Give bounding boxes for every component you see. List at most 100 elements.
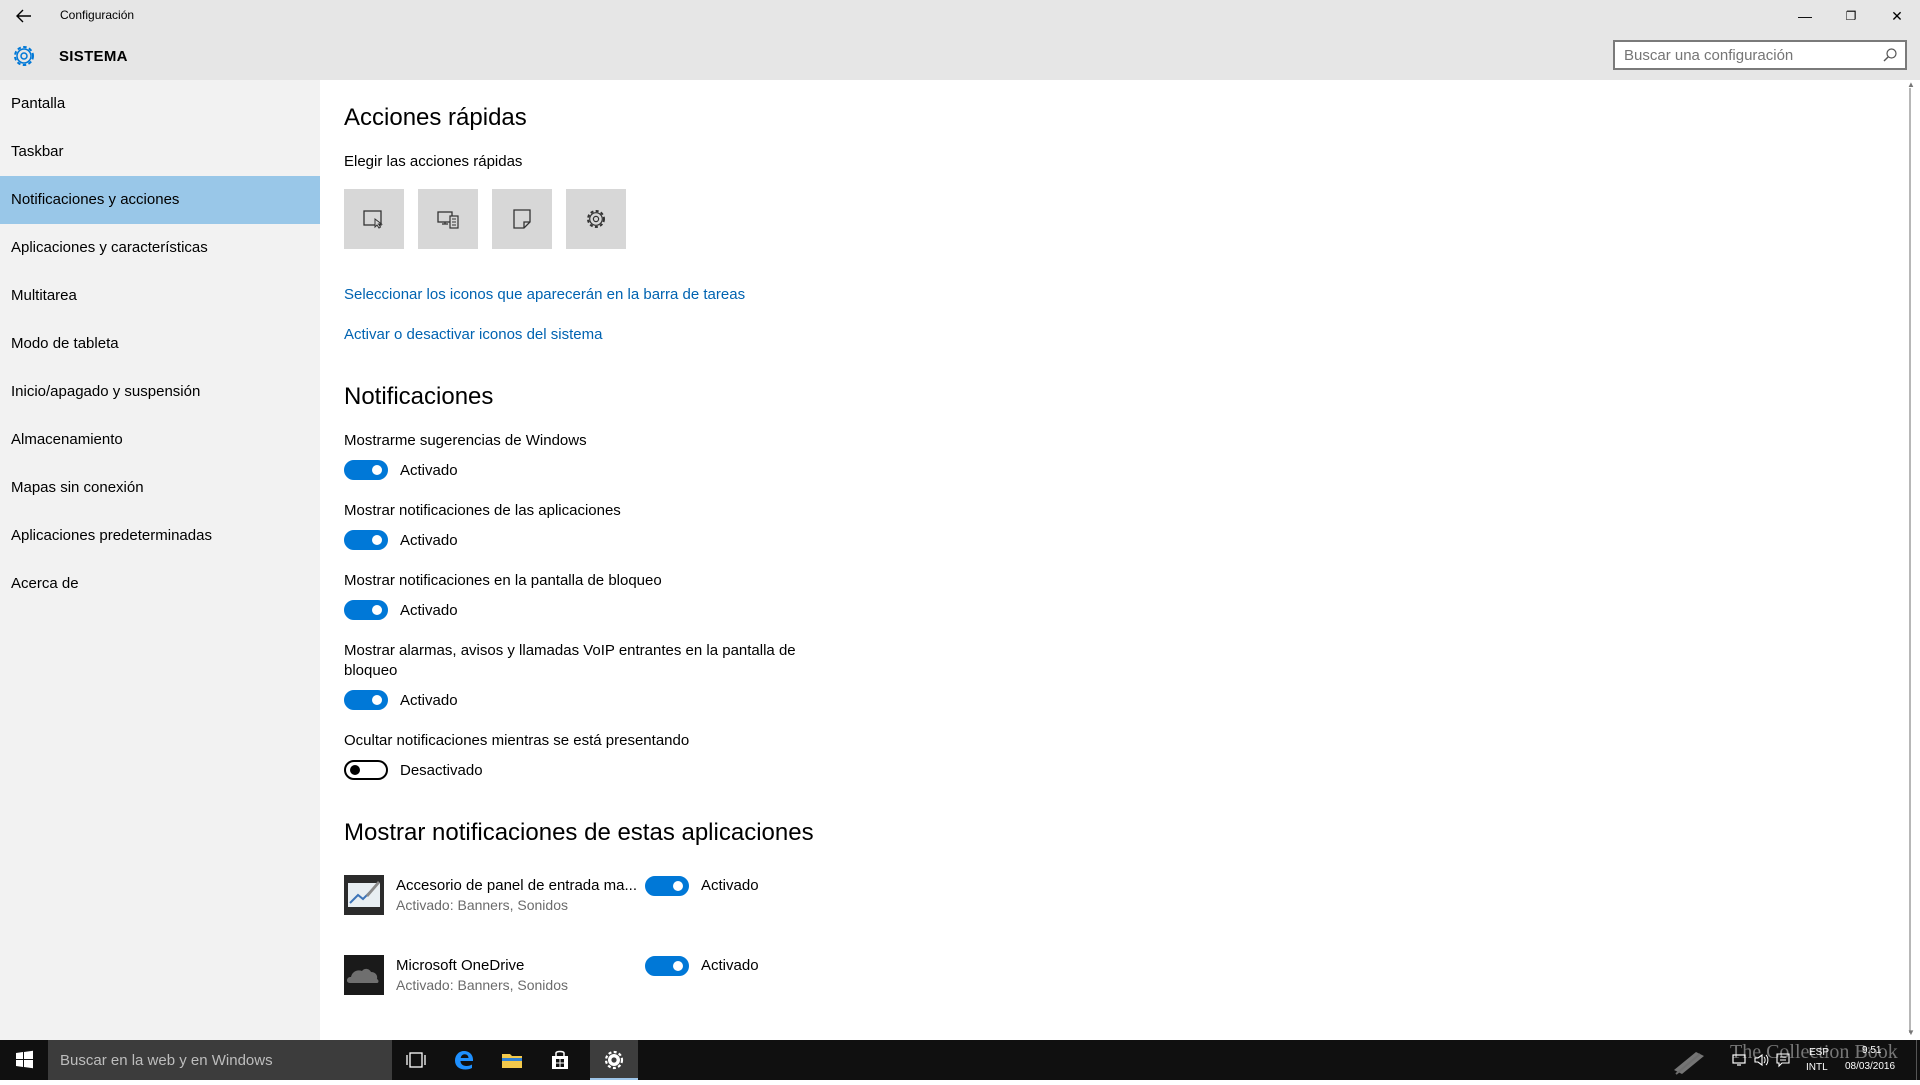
quick-actions-heading: Acciones rápidas <box>344 104 527 131</box>
show-desktop-button[interactable] <box>1916 1040 1920 1080</box>
quick-action-tile-4[interactable] <box>566 189 626 249</box>
toggle-state-sugerencias: Activado <box>400 462 458 479</box>
task-view-icon <box>406 1052 426 1068</box>
setting-label-alarms-line2: bloqueo <box>344 662 398 679</box>
gear-icon <box>14 46 34 66</box>
language-code[interactable]: ESP <box>1809 1047 1829 1058</box>
task-view-button[interactable] <box>392 1040 440 1080</box>
store-button[interactable] <box>536 1040 584 1080</box>
setting-label-sugerencias: Mostrarme sugerencias de Windows <box>344 432 587 449</box>
sidebar-item-aplicaciones[interactable]: Aplicaciones y características <box>0 224 320 272</box>
network-icon[interactable] <box>1731 1052 1747 1068</box>
sidebar-item-mapas[interactable]: Mapas sin conexión <box>0 464 320 512</box>
windows-logo-icon <box>16 1050 33 1069</box>
clock-date[interactable]: 08/03/2016 <box>1845 1061 1895 1072</box>
quick-action-tile-2[interactable] <box>418 189 478 249</box>
settings-taskbar-button[interactable] <box>590 1040 638 1080</box>
clock-time[interactable]: 9:51 <box>1862 1045 1881 1056</box>
toggle-presenting[interactable] <box>344 760 388 780</box>
edge-button[interactable] <box>440 1040 488 1080</box>
pen-input-icon <box>344 875 384 915</box>
settings-icon <box>587 210 605 228</box>
maximize-button[interactable]: ❐ <box>1828 0 1874 32</box>
quick-actions-subheading: Elegir las acciones rápidas <box>344 153 523 170</box>
toggle-lock-screen[interactable] <box>344 600 388 620</box>
toggle-alarms[interactable] <box>344 690 388 710</box>
app-name-onedrive: Microsoft OneDrive <box>396 957 525 974</box>
watermark-logo-icon <box>1674 1052 1704 1075</box>
apps-notifications-heading: Mostrar notificaciones de estas aplicaci… <box>344 819 814 846</box>
close-button[interactable]: ✕ <box>1874 0 1920 32</box>
quick-action-tile-1[interactable] <box>344 189 404 249</box>
back-arrow-icon[interactable] <box>12 4 36 28</box>
taskbar-icons-link[interactable]: Seleccionar los iconos que aparecerán en… <box>344 286 745 303</box>
toggle-knob <box>350 765 360 775</box>
app-sub-pen-input: Activado: Banners, Sonidos <box>396 897 568 913</box>
project-icon <box>437 211 459 229</box>
app-sub-onedrive: Activado: Banners, Sonidos <box>396 977 568 993</box>
sidebar-item-notificaciones[interactable]: Notificaciones y acciones <box>0 176 320 224</box>
tablet-mode-icon <box>363 210 383 229</box>
toggle-state-notif-apps: Activado <box>400 532 458 549</box>
toggle-knob <box>372 535 382 545</box>
settings-search-input[interactable] <box>1615 42 1874 68</box>
app-name-pen-input: Accesorio de panel de entrada ma... <box>396 877 637 894</box>
toggle-knob <box>372 465 382 475</box>
setting-label-notif-apps: Mostrar notificaciones de las aplicacion… <box>344 502 621 519</box>
sidebar-item-acerca-de[interactable]: Acerca de <box>0 560 320 608</box>
settings-header: SISTEMA <box>0 32 1920 80</box>
toggle-knob <box>372 605 382 615</box>
sidebar-item-multitarea[interactable]: Multitarea <box>0 272 320 320</box>
action-center-icon[interactable] <box>1775 1052 1791 1068</box>
taskbar-search-placeholder: Buscar en la web y en Windows <box>60 1052 273 1069</box>
taskbar: Buscar en la web y en Windows The Collec… <box>0 1040 1920 1080</box>
store-icon <box>552 1050 568 1069</box>
edge-icon <box>455 1051 473 1070</box>
minimize-button[interactable]: — <box>1782 0 1828 32</box>
toggle-knob <box>673 881 683 891</box>
window-title: Configuración <box>60 8 135 22</box>
sidebar-nav: Pantalla Taskbar Notificaciones y accion… <box>0 80 320 1040</box>
toggle-notif-apps[interactable] <box>344 530 388 550</box>
sidebar-item-inicio-apagado[interactable]: Inicio/apagado y suspensión <box>0 368 320 416</box>
system-icons-link[interactable]: Activar o desactivar iconos del sistema <box>344 326 602 343</box>
setting-label-lock-screen: Mostrar notificaciones en la pantalla de… <box>344 572 662 589</box>
toggle-app-pen-input[interactable] <box>645 876 689 896</box>
keyboard-layout[interactable]: INTL <box>1806 1062 1828 1073</box>
sidebar-item-almacenamiento[interactable]: Almacenamiento <box>0 416 320 464</box>
file-explorer-button[interactable] <box>488 1040 536 1080</box>
toggle-sugerencias[interactable] <box>344 460 388 480</box>
section-title: SISTEMA <box>59 48 128 65</box>
onedrive-icon <box>344 955 384 995</box>
quick-action-tile-3[interactable] <box>492 189 552 249</box>
toggle-state-app-onedrive: Activado <box>701 957 759 974</box>
sidebar-item-taskbar[interactable]: Taskbar <box>0 128 320 176</box>
main-content: Acciones rápidas Elegir las acciones ráp… <box>320 80 1905 1040</box>
scroll-down-arrow-icon[interactable]: ▼ <box>1907 1028 1915 1037</box>
start-button[interactable] <box>0 1040 48 1080</box>
toggle-knob <box>673 961 683 971</box>
sidebar-item-pantalla[interactable]: Pantalla <box>0 80 320 128</box>
file-explorer-icon <box>502 1054 522 1068</box>
title-bar: Configuración — ❐ ✕ <box>0 0 1920 32</box>
search-icon[interactable] <box>1881 46 1899 64</box>
scrollbar-thumb[interactable] <box>1909 88 1911 1033</box>
volume-icon[interactable] <box>1753 1052 1769 1068</box>
sidebar-item-predeterminadas[interactable]: Aplicaciones predeterminadas <box>0 512 320 560</box>
toggle-state-presenting: Desactivado <box>400 762 483 779</box>
toggle-app-onedrive[interactable] <box>645 956 689 976</box>
scroll-up-arrow-icon[interactable]: ▲ <box>1907 80 1915 89</box>
setting-label-presenting: Ocultar notificaciones mientras se está … <box>344 732 690 749</box>
toggle-knob <box>372 695 382 705</box>
scrollbar[interactable] <box>1905 80 1920 1040</box>
settings-search-box[interactable] <box>1613 40 1907 70</box>
taskbar-search-box[interactable]: Buscar en la web y en Windows <box>48 1040 392 1080</box>
notifications-heading: Notificaciones <box>344 383 494 410</box>
sidebar-item-modo-tableta[interactable]: Modo de tableta <box>0 320 320 368</box>
settings-icon <box>604 1050 624 1070</box>
toggle-state-app-pen-input: Activado <box>701 877 759 894</box>
toggle-state-alarms: Activado <box>400 692 458 709</box>
setting-label-alarms-line1: Mostrar alarmas, avisos y llamadas VoIP … <box>344 642 796 659</box>
note-icon <box>513 209 531 229</box>
toggle-state-lock-screen: Activado <box>400 602 458 619</box>
